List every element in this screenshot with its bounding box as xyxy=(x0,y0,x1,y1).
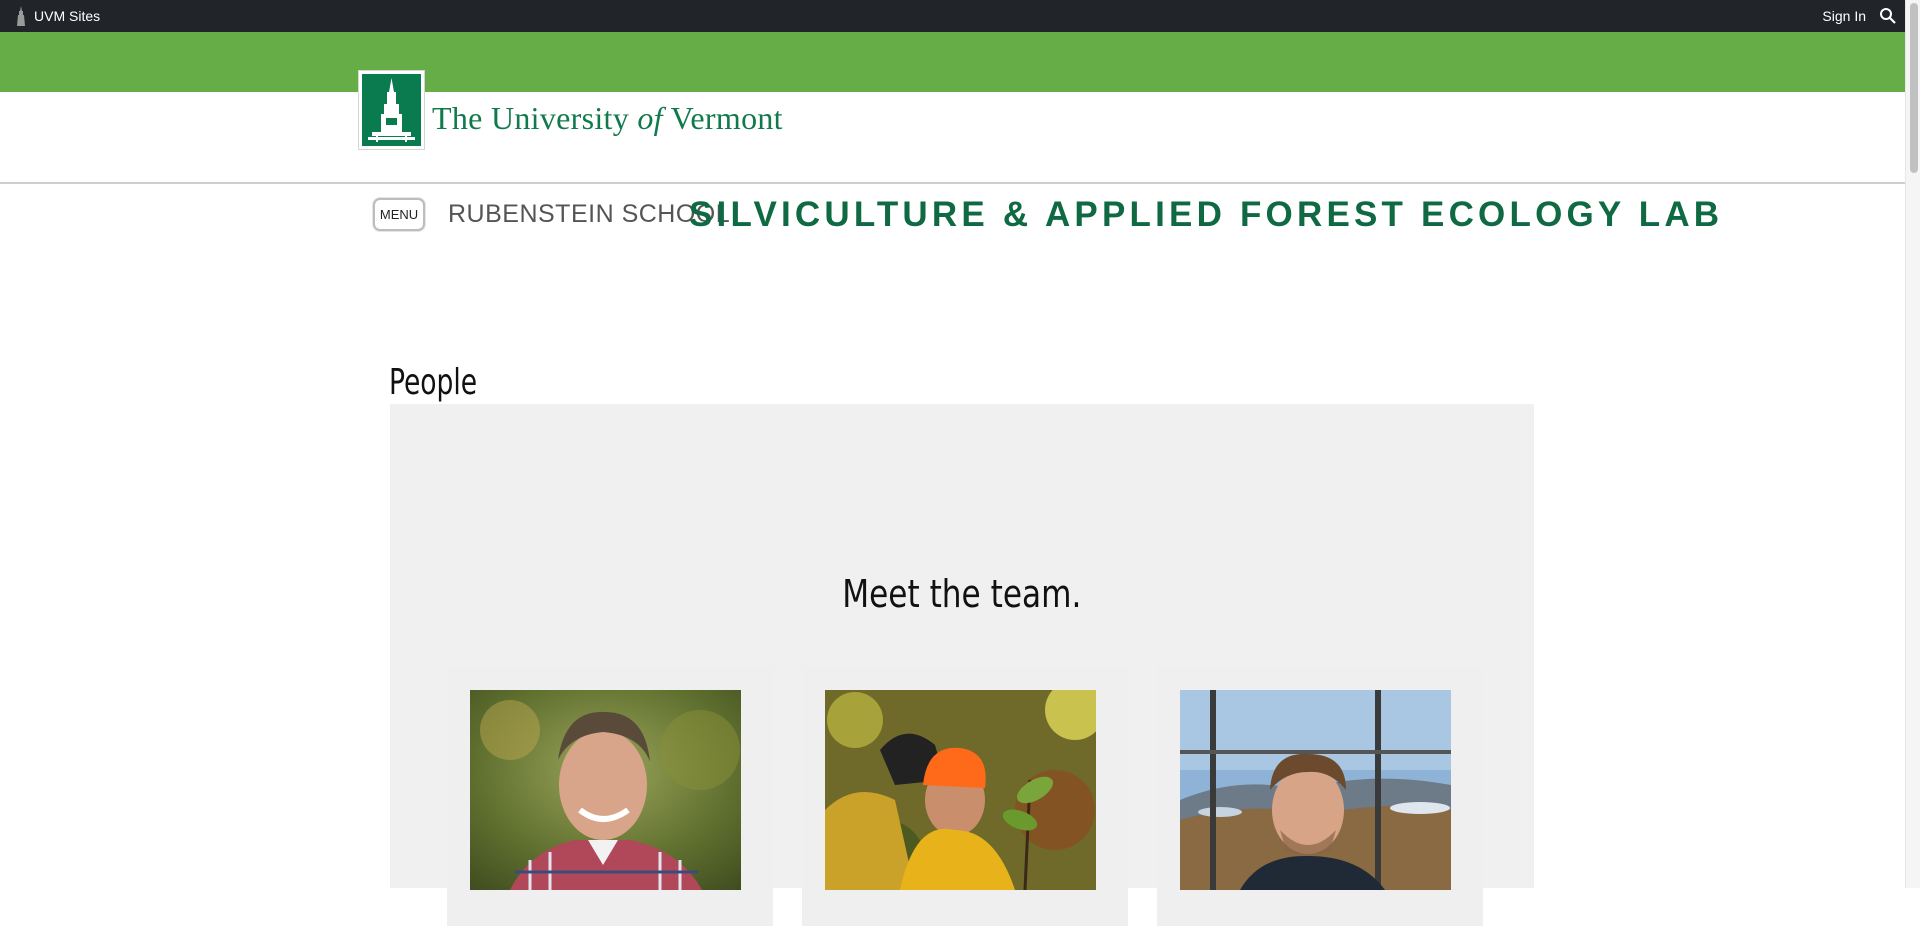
team-photo-fire-tower[interactable] xyxy=(1180,690,1451,890)
team-photo-orange-hat[interactable] xyxy=(825,690,1096,890)
wordmark-part-1: The University xyxy=(432,100,638,136)
team-heading-text: Meet the team. xyxy=(842,572,1082,616)
uvm-chapel-logo-icon xyxy=(368,78,415,142)
team-card[interactable] xyxy=(447,666,773,926)
uvm-logo[interactable] xyxy=(359,71,424,149)
uvm-sites-link[interactable]: UVM Sites xyxy=(16,6,100,26)
brand-green-bar xyxy=(0,32,1905,92)
team-card[interactable] xyxy=(1157,666,1483,926)
uvm-tower-icon xyxy=(17,6,25,26)
lab-title-link[interactable]: SILVICULTURE & APPLIED FOREST ECOLOGY LA… xyxy=(689,195,1723,235)
wordmark-part-2: Vermont xyxy=(662,100,783,136)
sign-in-link[interactable]: Sign In xyxy=(1822,8,1866,24)
team-card[interactable] xyxy=(802,666,1128,926)
page-title: People xyxy=(389,362,478,403)
top-bar: UVM Sites Sign In xyxy=(0,0,1905,32)
page-scrollbar[interactable] xyxy=(1905,0,1920,888)
team-heading: Meet the team. xyxy=(390,572,1534,616)
university-wordmark[interactable]: The University of Vermont xyxy=(432,100,783,137)
school-link[interactable]: RUBENSTEIN SCHOOL xyxy=(448,200,730,229)
team-photo-plaid-shirt[interactable] xyxy=(470,690,741,890)
menu-button[interactable]: MENU xyxy=(373,198,425,231)
uvm-sites-label: UVM Sites xyxy=(34,8,101,24)
scrollbar-thumb[interactable] xyxy=(1910,3,1918,173)
wordmark-of: of xyxy=(637,100,663,136)
team-panel: Meet the team. xyxy=(390,404,1534,926)
search-icon[interactable] xyxy=(1879,7,1897,25)
header-divider xyxy=(0,182,1905,184)
